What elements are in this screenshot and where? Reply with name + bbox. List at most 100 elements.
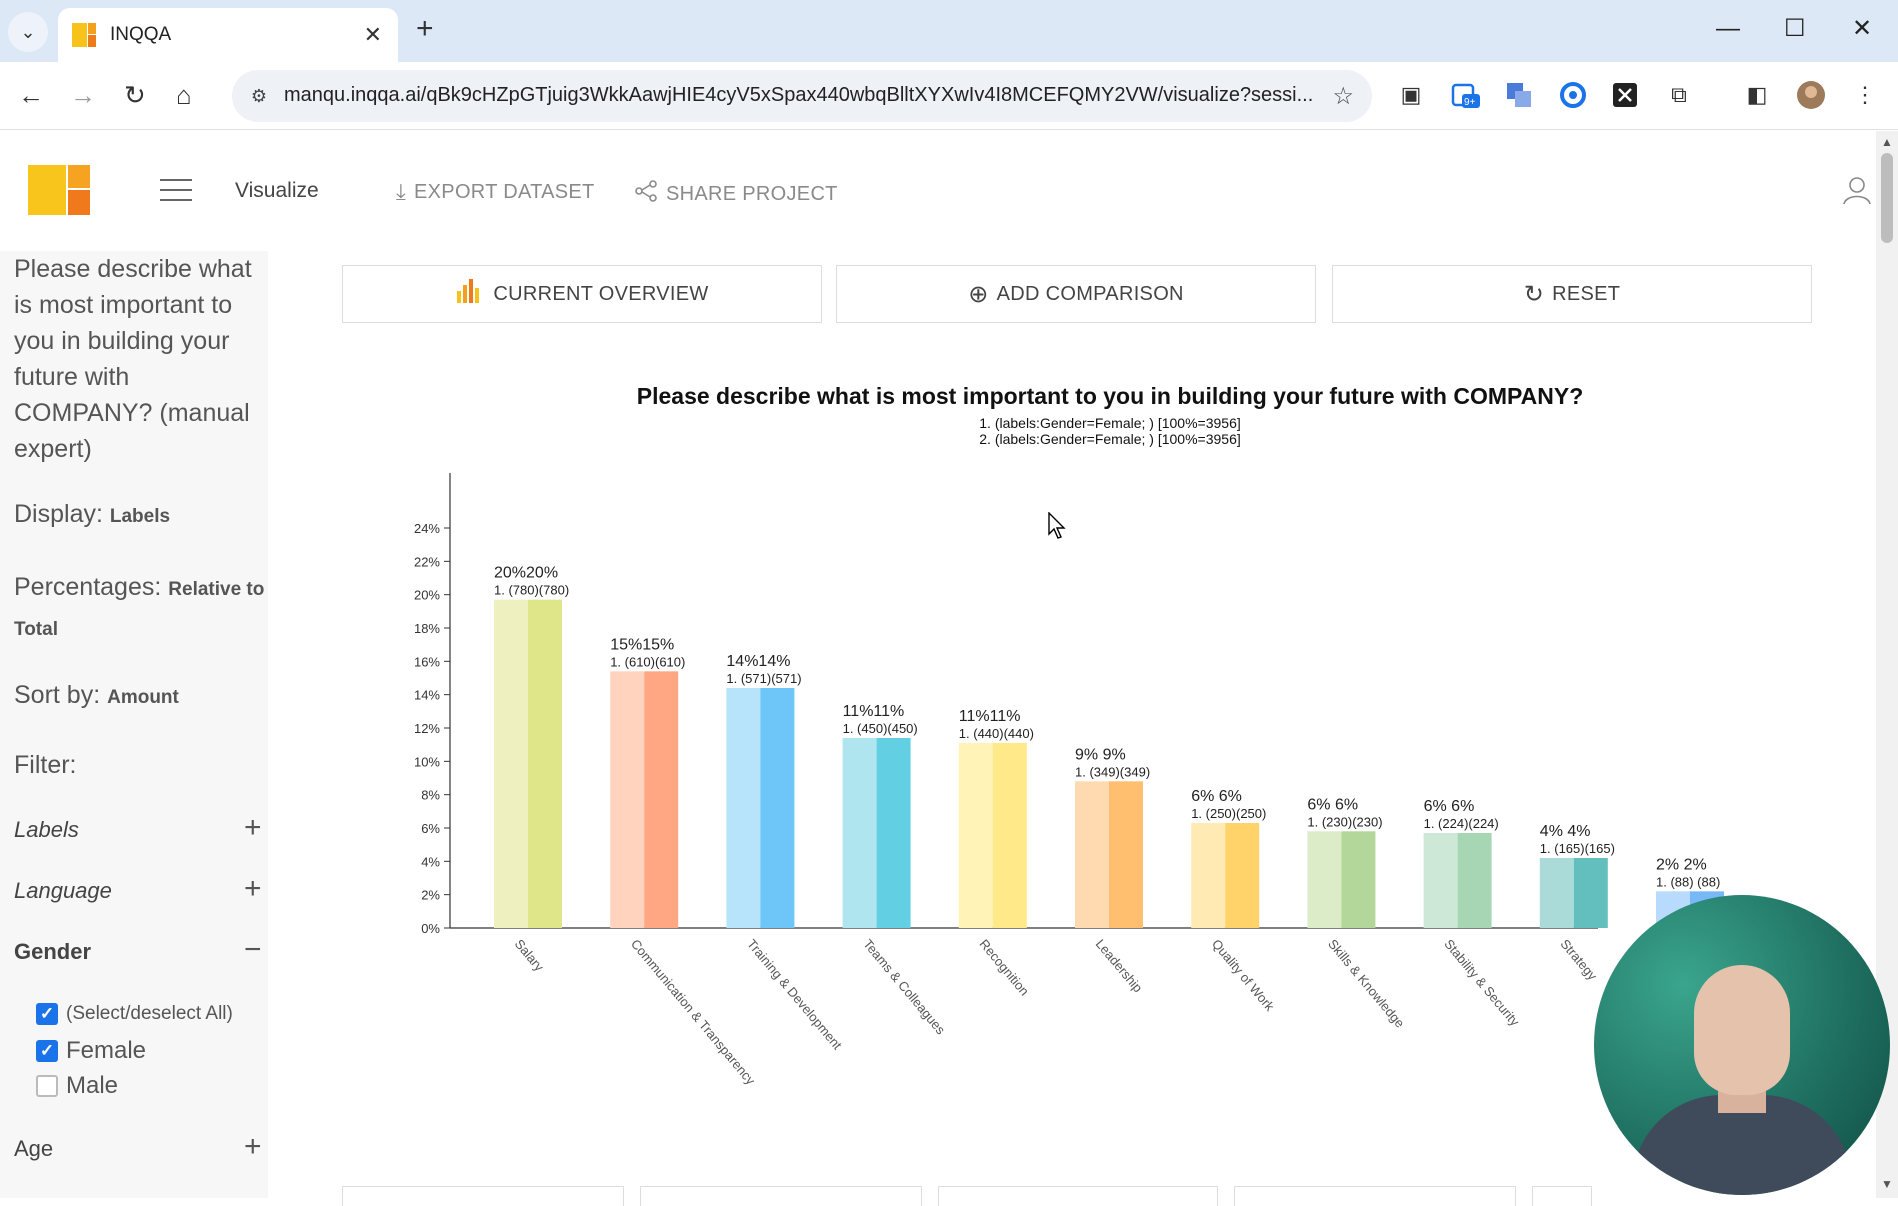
- bar-series-2: [1109, 781, 1143, 928]
- bar-percent-label: 6% 6%: [1307, 796, 1358, 813]
- bar-percent-label: 11%11%: [959, 708, 1021, 725]
- export-dataset-button[interactable]: ⤓ EXPORT DATASET: [396, 179, 595, 205]
- extensions-puzzle-icon[interactable]: ⧉: [1662, 78, 1696, 112]
- bottom-card[interactable]: [1532, 1186, 1592, 1206]
- expand-plus-icon[interactable]: +: [244, 872, 262, 906]
- bar-count-label: 1. (88) (88): [1656, 874, 1720, 889]
- sort-setting[interactable]: Sort by: Amount: [14, 681, 179, 710]
- y-tick-label: 8%: [421, 788, 440, 803]
- filter-language-label: Language: [14, 878, 112, 903]
- bottom-card[interactable]: [342, 1186, 624, 1206]
- picture-in-picture-icon[interactable]: ▣: [1394, 78, 1428, 112]
- percentages-setting[interactable]: Percentages: Relative to: [14, 573, 264, 602]
- x-tick-label: Skills & Knowledge: [1325, 936, 1408, 1030]
- add-circle-icon: ⊕: [968, 280, 989, 308]
- bottom-card[interactable]: [1234, 1186, 1516, 1206]
- bar-percent-label: 4% 4%: [1540, 823, 1591, 840]
- expand-plus-icon[interactable]: +: [244, 811, 262, 845]
- display-value: Labels: [109, 506, 171, 527]
- new-tab-button[interactable]: +: [416, 14, 434, 44]
- checkbox-checked[interactable]: ✓: [36, 1003, 58, 1025]
- close-tab-icon[interactable]: ✕: [364, 22, 382, 48]
- home-button[interactable]: ⌂: [176, 80, 192, 110]
- forward-button[interactable]: →: [70, 80, 96, 110]
- export-dataset-label: EXPORT DATASET: [414, 180, 595, 203]
- bar-series-2: [528, 599, 562, 928]
- current-overview-label: CURRENT OVERVIEW: [493, 282, 709, 305]
- y-tick-label: 2%: [421, 888, 440, 903]
- gender-select-all[interactable]: ✓ (Select/deselect All): [36, 1003, 233, 1025]
- add-comparison-button[interactable]: ⊕ ADD COMPARISON: [836, 265, 1316, 323]
- bar-series-2: [876, 738, 911, 928]
- bar-chart-icon: [455, 278, 485, 310]
- percentages-value: Relative to: [168, 579, 265, 600]
- bar-count-label: 1. (230)(230): [1307, 814, 1382, 829]
- reload-button[interactable]: ↻: [124, 80, 146, 110]
- chart-subtitle-2: 2. (labels:Gender=Female; ) [100%=3956]: [979, 431, 1241, 447]
- bar-series-1: [610, 671, 645, 928]
- collapse-minus-icon[interactable]: −: [244, 933, 262, 967]
- x-tick-label: Leadership: [1093, 936, 1146, 995]
- display-setting[interactable]: Display: Labels: [14, 500, 170, 529]
- app-header: Visualize ⤓ EXPORT DATASET SHARE PROJECT: [0, 131, 1898, 251]
- address-bar[interactable]: ⚙ manqu.inqqa.ai/qBk9cHZpGTjuig3WkkAawjH…: [232, 70, 1372, 122]
- reset-button[interactable]: ↻ RESET: [1332, 265, 1812, 323]
- bar-series-1: [726, 688, 761, 928]
- bottom-card[interactable]: [938, 1186, 1218, 1206]
- back-button[interactable]: ←: [18, 80, 44, 110]
- bar-count-label: 1. (165)(165): [1540, 841, 1615, 856]
- translate-extension-icon[interactable]: [1502, 78, 1536, 112]
- y-tick-label: 10%: [414, 754, 440, 769]
- extension-calendar-icon[interactable]: 9+: [1448, 78, 1482, 112]
- share-project-label: SHARE PROJECT: [666, 182, 838, 205]
- minimize-button[interactable]: —: [1716, 14, 1740, 44]
- filter-gender[interactable]: Gender −: [14, 933, 264, 966]
- profile-avatar[interactable]: [1794, 78, 1828, 112]
- close-window-button[interactable]: ✕: [1852, 14, 1872, 44]
- checkbox-checked[interactable]: ✓: [36, 1040, 58, 1062]
- circle-extension-icon[interactable]: [1556, 78, 1590, 112]
- y-tick-label: 6%: [421, 821, 440, 836]
- gender-female[interactable]: ✓ Female: [36, 1037, 146, 1065]
- x-tick-label: Teams & Colleagues: [860, 936, 948, 1037]
- extension-badge: 9+: [1464, 97, 1476, 108]
- user-icon[interactable]: [1842, 175, 1872, 205]
- scroll-up-arrow-icon[interactable]: ▲: [1881, 135, 1893, 149]
- filter-language[interactable]: Language +: [14, 872, 264, 905]
- browser-toolbar: ← → ↻ ⌂ ⚙ manqu.inqqa.ai/qBk9cHZpGTjuig3…: [0, 62, 1898, 130]
- scroll-down-arrow-icon[interactable]: ▼: [1881, 1177, 1893, 1191]
- bar-percent-label: 11%11%: [843, 703, 905, 720]
- scroll-thumb[interactable]: [1881, 153, 1893, 243]
- browser-menu-icon[interactable]: ⋮: [1848, 78, 1882, 112]
- y-tick-label: 4%: [421, 854, 440, 869]
- x-extension-icon[interactable]: [1608, 78, 1642, 112]
- filter-gender-label: Gender: [14, 939, 92, 964]
- filter-labels[interactable]: Labels +: [14, 811, 264, 844]
- sidebar: Please describe what is most important t…: [0, 251, 268, 1198]
- browser-tab-bar: ⌄ INQQA ✕ + — ☐ ✕: [0, 0, 1898, 62]
- bar-percent-label: 6% 6%: [1191, 788, 1242, 805]
- percentages-setting-cont: Total: [14, 613, 58, 642]
- x-tick-label: Quality of Work: [1209, 936, 1278, 1014]
- url-text[interactable]: manqu.inqqa.ai/qBk9cHZpGTjuig3WkkAawjHIE…: [284, 84, 1344, 107]
- maximize-button[interactable]: ☐: [1784, 14, 1806, 44]
- expand-plus-icon[interactable]: +: [244, 1130, 262, 1164]
- bar-series-1: [842, 738, 877, 928]
- bottom-card[interactable]: [640, 1186, 922, 1206]
- inqqa-logo[interactable]: [28, 165, 90, 215]
- bar-percent-label: 20%20%: [494, 565, 558, 582]
- current-overview-button[interactable]: CURRENT OVERVIEW: [342, 265, 822, 323]
- filter-age[interactable]: Age +: [14, 1130, 264, 1163]
- gender-male[interactable]: Male: [36, 1072, 118, 1100]
- bookmark-star-icon[interactable]: ☆: [1332, 82, 1354, 111]
- checkbox-unchecked[interactable]: [36, 1075, 58, 1097]
- webcam-overlay: [1594, 895, 1890, 1195]
- filter-labels-label: Labels: [14, 817, 79, 842]
- hamburger-menu-icon[interactable]: [160, 179, 192, 201]
- site-info-icon[interactable]: ⚙: [246, 83, 272, 109]
- share-project-button[interactable]: SHARE PROJECT: [634, 179, 838, 209]
- tab-search-button[interactable]: ⌄: [8, 12, 48, 52]
- browser-tab[interactable]: INQQA ✕: [58, 8, 398, 62]
- bar-series-2: [760, 688, 795, 928]
- side-panel-icon[interactable]: ◧: [1740, 78, 1774, 112]
